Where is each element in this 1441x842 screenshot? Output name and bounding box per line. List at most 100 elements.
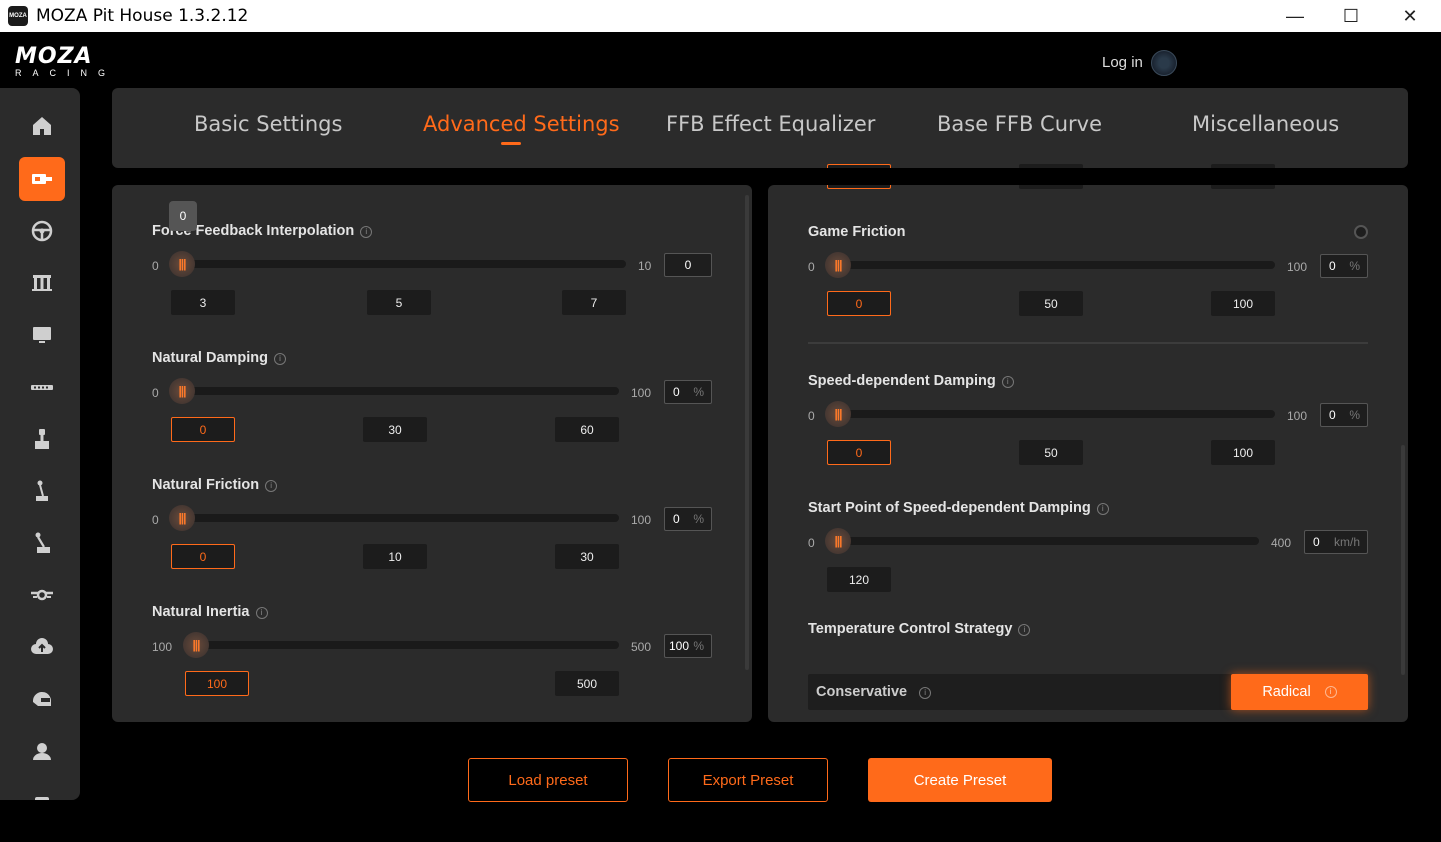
- sequential-shifter-icon[interactable]: [19, 521, 65, 565]
- strategy-radical-option[interactable]: Radical i: [1231, 674, 1368, 710]
- preset-button[interactable]: 0: [827, 291, 891, 316]
- ffb-interpolation-slider[interactable]: [182, 260, 626, 268]
- speed-damping-slider[interactable]: [838, 410, 1275, 418]
- moza-racing-logo: MOZA RACING: [15, 44, 117, 79]
- preset-button[interactable]: 3: [171, 290, 235, 315]
- preset-button[interactable]: 100: [185, 671, 249, 696]
- right-panel-scrollbar[interactable]: [1401, 445, 1405, 675]
- slider-min: 0: [808, 409, 815, 423]
- speed-damping-start-slider[interactable]: [838, 537, 1259, 545]
- create-preset-button[interactable]: Create Preset: [868, 758, 1052, 802]
- speed-damping-start-label: Start Point of Speed-dependent Damping i: [808, 500, 1109, 516]
- cloud-upload-icon[interactable]: [19, 625, 65, 669]
- game-friction-slider[interactable]: [838, 261, 1275, 269]
- preset-button[interactable]: 5: [367, 290, 431, 315]
- close-button[interactable]: ✕: [1381, 0, 1439, 32]
- natural-friction-label: Natural Friction i: [152, 477, 278, 493]
- preset-button[interactable]: 50: [1019, 291, 1083, 316]
- avatar[interactable]: [1151, 50, 1177, 76]
- export-preset-button[interactable]: Export Preset: [668, 758, 828, 802]
- info-icon[interactable]: i: [360, 226, 373, 238]
- section-divider: [808, 342, 1368, 344]
- slider-min: 0: [152, 513, 159, 527]
- preset-button[interactable]: 30: [363, 417, 427, 442]
- slider-max: 100: [1287, 260, 1308, 274]
- rpm-light-bar-icon[interactable]: [19, 365, 65, 409]
- preset-button[interactable]: 50: [1019, 440, 1083, 465]
- header-gap: [768, 168, 1408, 185]
- slider-handle[interactable]: |||: [825, 401, 851, 427]
- natural-inertia-input[interactable]: 100%: [664, 634, 712, 658]
- preset-button[interactable]: 120: [827, 567, 891, 592]
- minimize-button[interactable]: —: [1266, 0, 1324, 32]
- preset-button[interactable]: 10: [363, 544, 427, 569]
- info-icon[interactable]: i: [255, 607, 268, 619]
- left-panel-scrollbar[interactable]: [745, 195, 749, 670]
- slider-handle[interactable]: |||: [169, 505, 195, 531]
- slider-max: 500: [631, 640, 652, 654]
- game-friction-toggle[interactable]: [1354, 225, 1368, 239]
- info-icon[interactable]: i: [1001, 376, 1014, 388]
- speed-damping-input[interactable]: 0%: [1320, 403, 1368, 427]
- tab-basic-settings[interactable]: Basic Settings: [194, 112, 342, 136]
- pedals-icon[interactable]: [19, 261, 65, 305]
- app-icon: MOZA: [8, 6, 28, 26]
- shifter-icon[interactable]: [19, 469, 65, 513]
- natural-friction-slider[interactable]: [182, 514, 619, 522]
- preset-button[interactable]: 7: [562, 290, 626, 315]
- info-icon[interactable]: i: [1096, 503, 1109, 515]
- slider-min: 0: [808, 260, 815, 274]
- game-friction-label: Game Friction: [808, 224, 906, 240]
- preset-button[interactable]: 500: [555, 671, 619, 696]
- slider-handle[interactable]: |||: [825, 528, 851, 554]
- wheelbase-icon[interactable]: [19, 157, 65, 201]
- more-device-icon[interactable]: [19, 781, 65, 800]
- preset-button[interactable]: 100: [1211, 440, 1275, 465]
- slider-handle[interactable]: |||: [169, 251, 195, 277]
- natural-damping-slider[interactable]: [182, 387, 619, 395]
- tab-advanced-settings[interactable]: Advanced Settings: [423, 112, 620, 136]
- preset-button[interactable]: 100: [1211, 291, 1275, 316]
- info-icon[interactable]: i: [919, 687, 932, 699]
- speed-damping-start-input[interactable]: 0 km/h: [1304, 530, 1368, 554]
- natural-inertia-label: Natural Inertia i: [152, 604, 268, 620]
- info-icon[interactable]: i: [265, 480, 278, 492]
- preset-button[interactable]: 60: [555, 417, 619, 442]
- window-title: MOZA Pit House 1.3.2.12: [36, 6, 249, 26]
- info-icon[interactable]: i: [1324, 686, 1337, 698]
- natural-friction-input[interactable]: 0%: [664, 507, 712, 531]
- natural-inertia-slider[interactable]: [196, 641, 619, 649]
- steering-wheel-icon[interactable]: [19, 209, 65, 253]
- slider-handle[interactable]: |||: [169, 378, 195, 404]
- info-icon[interactable]: i: [1018, 624, 1031, 636]
- maximize-button[interactable]: ☐: [1322, 0, 1380, 32]
- preset-button[interactable]: 0: [171, 544, 235, 569]
- handbrake-icon[interactable]: [19, 417, 65, 461]
- info-icon[interactable]: i: [274, 353, 287, 365]
- preset-button[interactable]: 0: [827, 440, 891, 465]
- tab-miscellaneous[interactable]: Miscellaneous: [1192, 112, 1339, 136]
- ffb-interpolation-input[interactable]: 0: [664, 253, 712, 277]
- home-icon[interactable]: [19, 104, 65, 148]
- game-friction-input[interactable]: 0%: [1320, 254, 1368, 278]
- tab-ffb-effect-equalizer[interactable]: FFB Effect Equalizer: [666, 112, 875, 136]
- slider-handle[interactable]: |||: [183, 632, 209, 658]
- helmet-icon[interactable]: [19, 677, 65, 721]
- slider-tooltip: 0: [169, 201, 197, 231]
- dashboard-display-icon[interactable]: [19, 313, 65, 357]
- preset-button[interactable]: 0: [171, 417, 235, 442]
- slider-min: 0: [152, 259, 159, 273]
- slider-max: 100: [1287, 409, 1308, 423]
- sidebar: [0, 88, 80, 800]
- slider-max: 10: [638, 259, 652, 273]
- strategy-conservative-option[interactable]: Conservative i: [816, 684, 932, 700]
- flight-stick-icon[interactable]: [19, 573, 65, 617]
- natural-damping-input[interactable]: 0%: [664, 380, 712, 404]
- slider-handle[interactable]: |||: [825, 252, 851, 278]
- natural-damping-label: Natural Damping i: [152, 350, 287, 366]
- load-preset-button[interactable]: Load preset: [468, 758, 628, 802]
- user-profile-icon[interactable]: [19, 729, 65, 773]
- login-link[interactable]: Log in: [1102, 54, 1143, 71]
- tab-base-ffb-curve[interactable]: Base FFB Curve: [937, 112, 1102, 136]
- preset-button[interactable]: 30: [555, 544, 619, 569]
